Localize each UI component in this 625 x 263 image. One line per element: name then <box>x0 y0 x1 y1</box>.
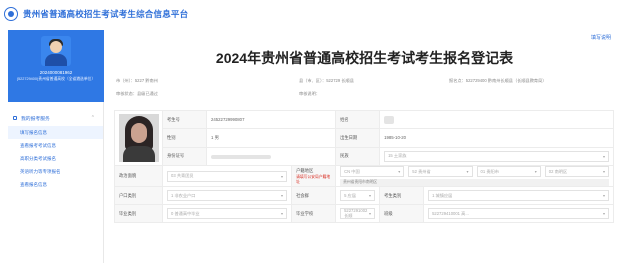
site-title: 贵州省普通高校招生考试考生综合信息平台 <box>23 9 189 19</box>
hukou-city-select[interactable]: 01 贵阳市 ▾ <box>476 166 541 177</box>
class-cell: 522729410001 高... ▾ <box>423 204 614 223</box>
category-label: 考生类别 <box>379 186 425 205</box>
menu-item-view-info[interactable]: 查看报名信息 <box>8 178 103 191</box>
exam-no-label: 考生号 <box>162 109 207 130</box>
grad-type-cell: 0 普通高中毕业 ▾ <box>161 204 293 223</box>
ethnic-cell: 15 土家族 ▾ <box>379 146 614 167</box>
photo-cell <box>114 110 163 166</box>
hukou-type-label: 户口类别 <box>114 186 163 205</box>
birth-label: 出生日期 <box>335 128 381 148</box>
info-remark: 审核说明： <box>299 91 320 96</box>
menu-item-vocational[interactable]: 高职分类考试报名 <box>8 152 103 165</box>
name-redacted <box>384 115 395 124</box>
top-bar: 贵州省普通高校招生考试考生综合信息平台 <box>0 0 625 28</box>
school-select[interactable]: 5227291002 长顺 ▾ <box>340 208 376 219</box>
menu-item-exam-info[interactable]: 查看报考考试信息 <box>8 139 103 152</box>
hukou-region-note: 请填写公安局户籍地址 <box>296 174 331 184</box>
sidebar: 2024000081962 (522729400)贵州省普通高校（全省遴选单位）… <box>8 30 104 263</box>
ethnic-label: 民族 <box>335 146 381 167</box>
avatar <box>41 36 71 66</box>
hukou-province-select[interactable]: 52 贵州省 ▾ <box>408 166 473 177</box>
id-redacted <box>211 154 271 159</box>
category-cell: 1 城镇应届 ▾ <box>423 186 614 205</box>
class-label: 班级 <box>379 204 425 223</box>
info-status: 审核状态：县级已通过 <box>116 91 158 96</box>
hukou-region-cell: CN 中国 ▾ 52 贵州省 ▾ 01 贵阳市 ▾ 02 南明区 ▾ 贵州省贵阳市南明区 <box>335 165 614 187</box>
school-cell: 5227291002 长顺 ▾ <box>335 204 381 223</box>
registration-form: 考生号 24522729990807 姓名 性别 1 男 出生日期 1985-1… <box>114 109 614 223</box>
hukou-region-label-cell: 户籍地区 请填写公安局户籍地址 <box>291 165 337 187</box>
grad-type-label: 毕业类别 <box>114 204 163 223</box>
page-title: 2024年贵州省普通高校招生考试考生报名登记表 <box>215 50 514 66</box>
name-label: 姓名 <box>335 109 381 130</box>
site-logo-icon <box>4 7 18 21</box>
ethnic-select[interactable]: 15 土家族 ▾ <box>384 150 609 162</box>
info-county: 县（市、区）：522729 长顺县 <box>299 78 354 83</box>
chevron-down-icon: ▾ <box>602 193 605 198</box>
chevron-up-icon: ⌃ <box>90 115 95 121</box>
political-cell: 03 共青团员 ▾ <box>161 165 293 187</box>
id-label: 身份证号 <box>162 146 207 167</box>
hukou-county-select[interactable]: 02 南明区 ▾ <box>544 166 609 177</box>
chevron-down-icon: ▾ <box>466 169 469 174</box>
info-city: 市（州）：5227 黔南州 <box>116 78 158 83</box>
profile-card: 2024000081962 (522729400)贵州省普通高校（全省遴选单位） <box>8 30 104 102</box>
grad-type-select[interactable]: 0 普通高中毕业 ▾ <box>167 208 288 219</box>
hukou-address: 贵州省贵阳市南明区 <box>340 179 609 186</box>
hukou-type-cell: 1 非农业户口 ▾ <box>161 186 293 205</box>
chevron-down-icon: ▾ <box>281 211 284 216</box>
exam-no-value: 24522729990807 <box>205 109 337 130</box>
chevron-down-icon: ▾ <box>281 193 284 198</box>
political-label: 政治面貌 <box>114 165 163 187</box>
menu-item-english-listening[interactable]: 英语听力等专项报名 <box>8 165 103 178</box>
candidate-photo <box>118 114 159 162</box>
info-point: 报名点：522729400 黔南州长顺县（长顺县教育局） <box>449 78 547 83</box>
main-content: 填写说明 2024年贵州省普通高校招生考试考生报名登记表 市（州）：5227 黔… <box>104 30 625 263</box>
political-select[interactable]: 03 共青团员 ▾ <box>167 170 288 182</box>
school-label: 毕业学校 <box>291 204 337 223</box>
social-select[interactable]: 5 应届 ▾ <box>340 190 376 201</box>
social-label: 社会群 <box>291 186 337 205</box>
profile-id: 2024000081962 <box>39 70 73 75</box>
profile-detail: (522729400)贵州省普通高校（全省遴选单位） <box>16 77 96 81</box>
chevron-down-icon: ▾ <box>369 211 372 216</box>
menu-group-header[interactable]: 我的报考服务 ⌃ <box>8 110 103 126</box>
chevron-down-icon: ▾ <box>398 169 401 174</box>
category-select[interactable]: 1 城镇应届 ▾ <box>428 190 609 201</box>
help-link[interactable]: 填写说明 <box>591 34 611 41</box>
hukou-region-label: 户籍地区 <box>296 167 314 173</box>
social-cell: 5 应届 ▾ <box>335 186 381 205</box>
gender-value: 1 男 <box>205 128 337 148</box>
chevron-down-icon: ▾ <box>369 193 372 198</box>
menu-item-fill-info[interactable]: 填写报名信息 <box>8 126 103 139</box>
gender-label: 性别 <box>162 128 207 148</box>
menu-group-label: 我的报考服务 <box>21 116 50 122</box>
id-value <box>205 146 337 167</box>
chevron-down-icon: ▾ <box>602 211 605 216</box>
chevron-down-icon: ▾ <box>602 169 605 174</box>
chevron-down-icon: ▾ <box>534 169 537 174</box>
class-select[interactable]: 522729410001 高... ▾ <box>428 208 609 219</box>
chevron-down-icon: ▾ <box>602 153 605 159</box>
chevron-down-icon: ▾ <box>281 173 284 179</box>
menu-group-icon <box>13 116 17 120</box>
hukou-country-select[interactable]: CN 中国 ▾ <box>340 166 405 177</box>
hukou-type-select[interactable]: 1 非农业户口 ▾ <box>167 190 288 201</box>
name-value <box>379 109 614 130</box>
birth-value: 1985-10-20 <box>379 128 614 148</box>
